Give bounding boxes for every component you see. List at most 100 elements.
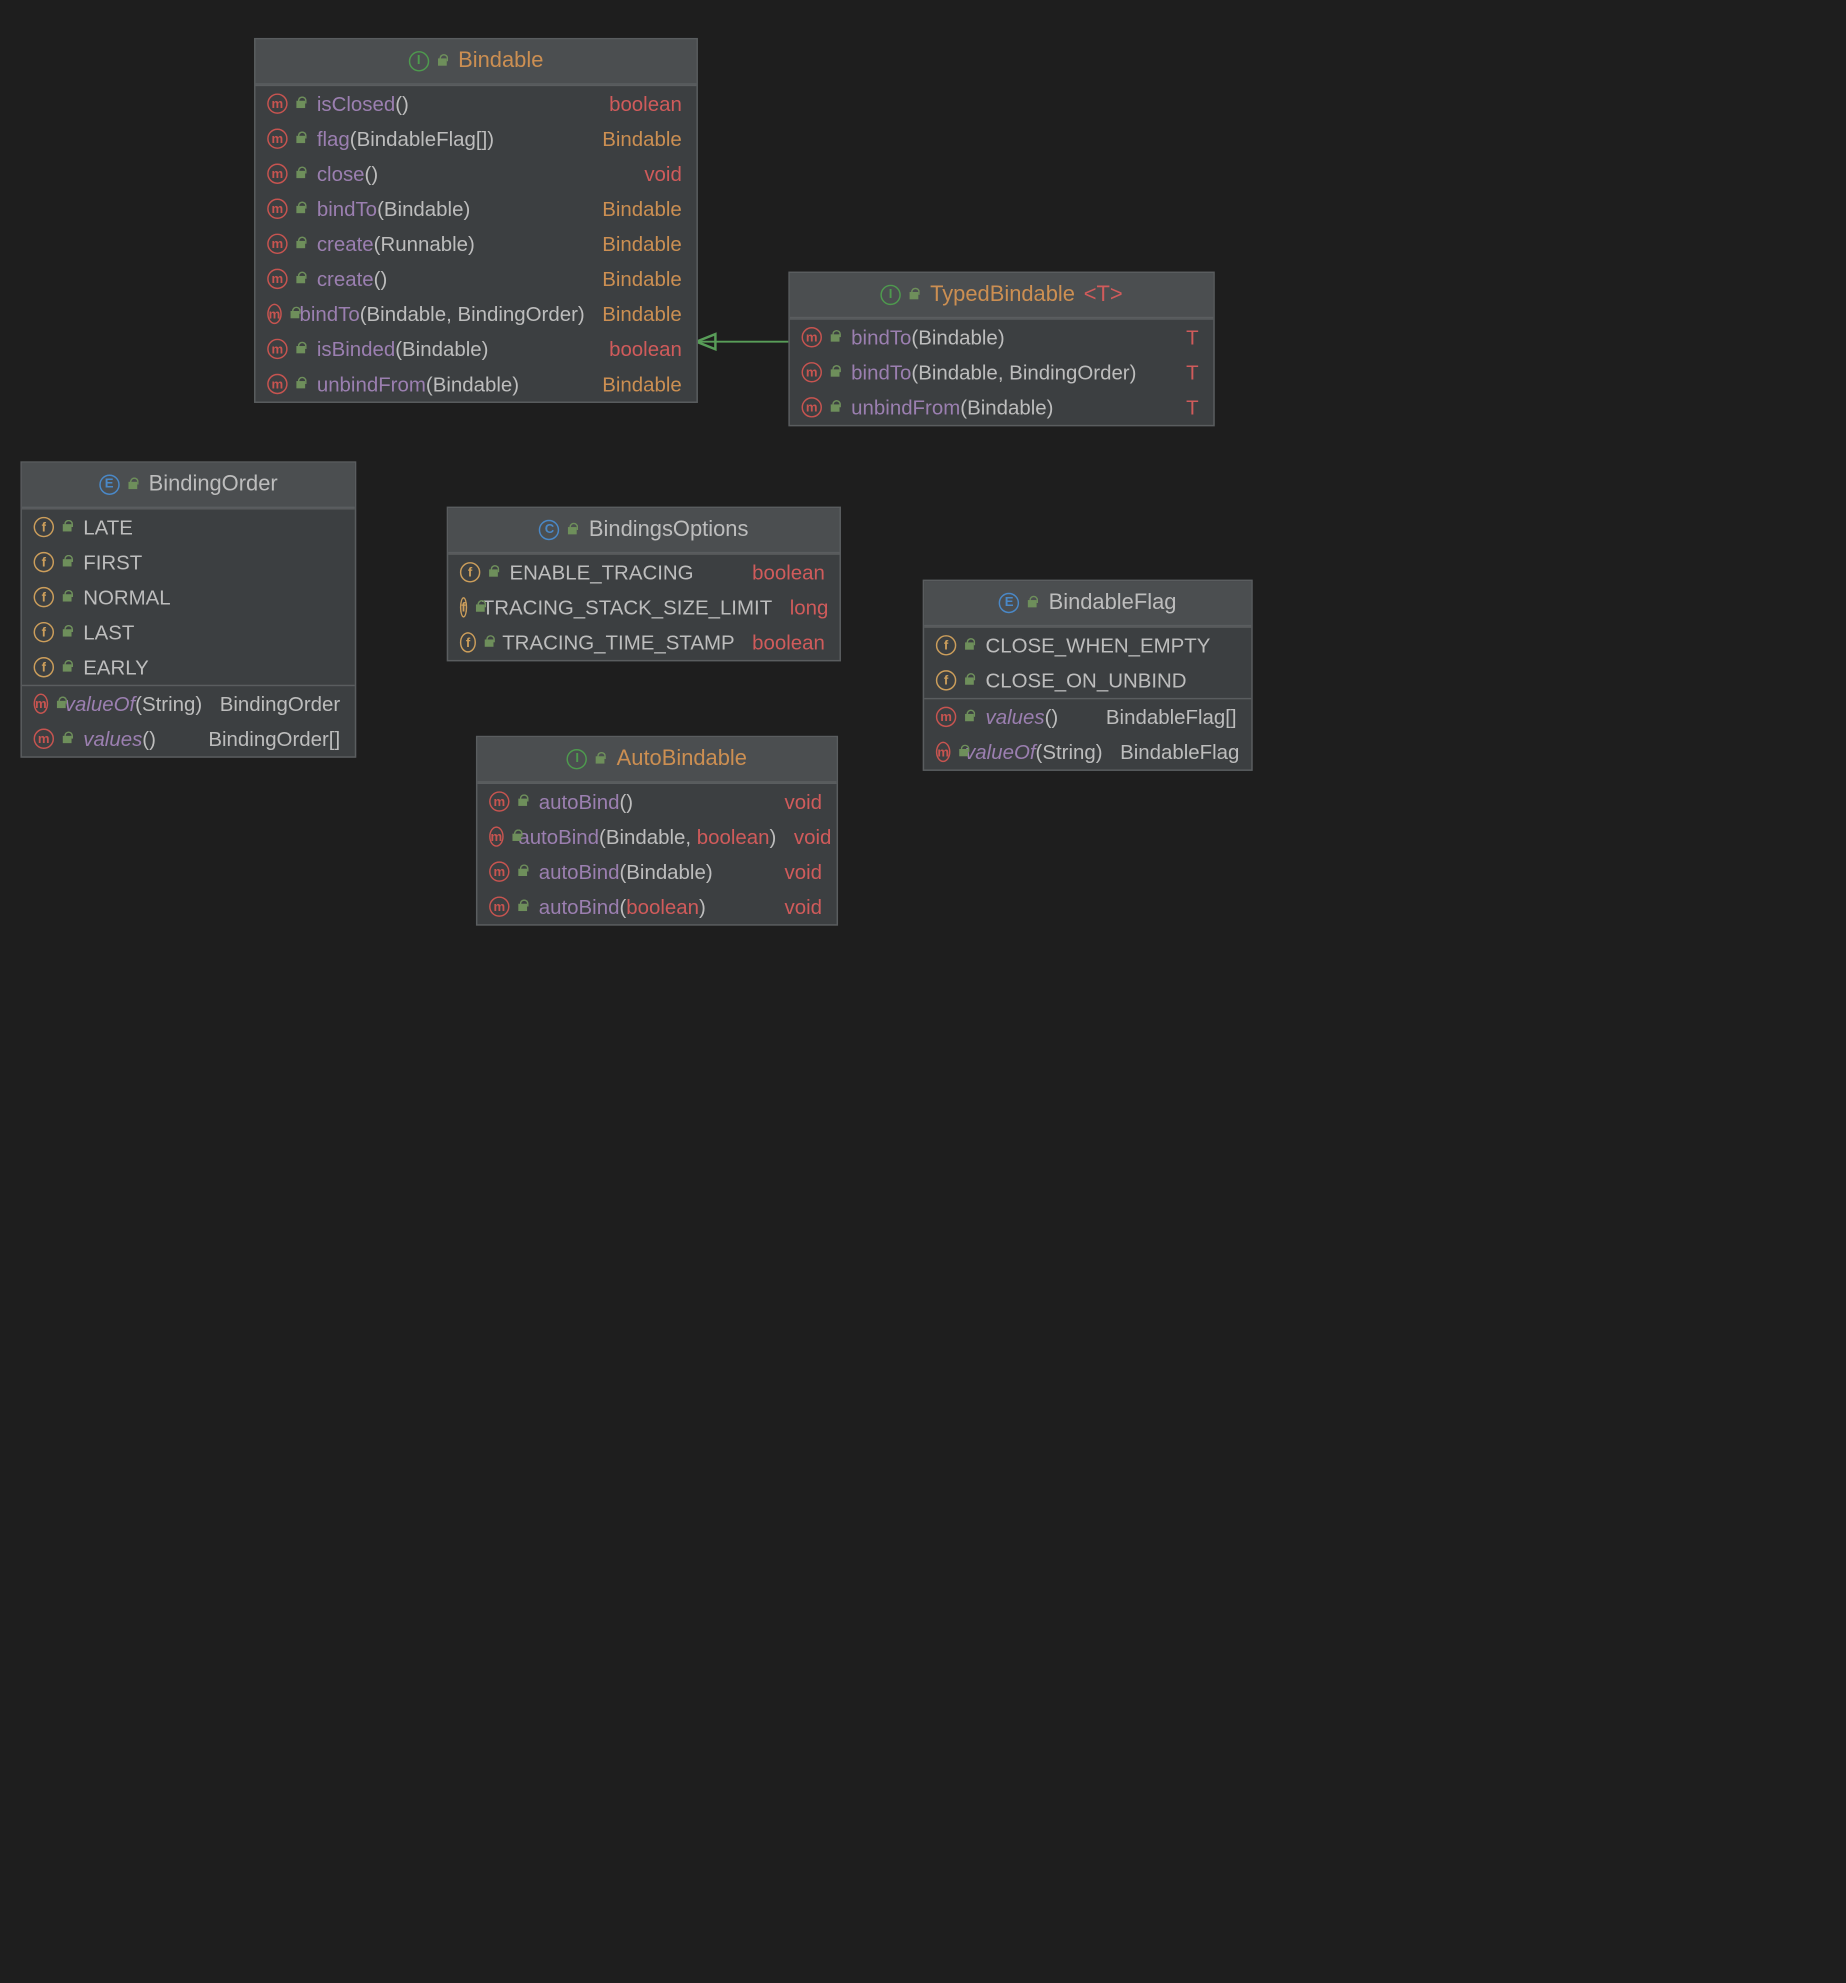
- method-icon: m: [802, 327, 822, 347]
- fields-section: fCLOSE_WHEN_EMPTYf CLOSE_ON_UNBIND: [924, 626, 1251, 698]
- interface-icon: I: [567, 748, 587, 768]
- methods-section: misClosed()booleanmflag(BindableFlag[])B…: [256, 85, 697, 402]
- method-icon: m: [267, 269, 287, 289]
- field-name: CLOSE_WHEN_EMPTY: [986, 634, 1211, 657]
- method-signature: bindTo(Bindable): [317, 197, 470, 220]
- enum-icon: E: [999, 592, 1019, 612]
- return-type: T: [1186, 361, 1199, 384]
- field-row[interactable]: f CLOSE_ON_UNBIND: [924, 663, 1251, 698]
- class-icon: C: [539, 519, 559, 539]
- class-title: E BindableFlag: [924, 581, 1251, 626]
- return-type: void: [794, 825, 832, 848]
- method-row[interactable]: mflag(BindableFlag[])Bindable: [256, 121, 697, 156]
- class-bindingsoptions[interactable]: C BindingsOptions fENABLE_TRACINGboolean…: [447, 507, 841, 662]
- lock-icon: [293, 166, 308, 181]
- method-row[interactable]: mvalues()BindingOrder[]: [22, 721, 355, 756]
- method-row[interactable]: mcreate()Bindable: [256, 261, 697, 296]
- method-row[interactable]: munbindFrom(Bindable)Bindable: [256, 366, 697, 401]
- method-row[interactable]: mbindTo(Bindable, BindingOrder)Bindable: [256, 296, 697, 331]
- method-row[interactable]: mbindTo(Bindable)Bindable: [256, 191, 697, 226]
- field-name: CLOSE_ON_UNBIND: [986, 669, 1187, 692]
- field-icon: f: [936, 670, 956, 690]
- method-row[interactable]: misBinded(Bindable)boolean: [256, 331, 697, 366]
- class-title: C BindingsOptions: [448, 508, 839, 553]
- method-icon: m: [802, 362, 822, 382]
- return-type: boolean: [609, 92, 682, 115]
- field-row[interactable]: fLAST: [22, 615, 355, 650]
- lock-icon: [828, 330, 843, 345]
- method-row[interactable]: mautoBind(Bindable)void: [477, 854, 836, 889]
- return-type: Bindable: [602, 232, 682, 255]
- method-signature: flag(BindableFlag[]): [317, 127, 494, 150]
- methods-section: mvalues()BindableFlag[]mvalueOf(String)B…: [924, 698, 1251, 770]
- class-typedbindable[interactable]: I TypedBindable<T> mbindTo(Bindable)Tmbi…: [788, 272, 1214, 427]
- method-icon: m: [34, 694, 49, 714]
- return-type: Bindable: [602, 267, 682, 290]
- fields-section: fLATEfFIRSTfNORMALfLASTfEARLY: [22, 508, 355, 685]
- field-icon: f: [34, 657, 54, 677]
- field-name: FIRST: [83, 550, 142, 573]
- method-row[interactable]: mcreate(Runnable)Bindable: [256, 226, 697, 261]
- lock-icon: [962, 710, 977, 725]
- method-row[interactable]: mbindTo(Bindable, BindingOrder)T: [790, 355, 1213, 390]
- method-icon: m: [267, 93, 287, 113]
- field-row[interactable]: f FIRST: [22, 545, 355, 580]
- field-row[interactable]: fNORMAL: [22, 580, 355, 615]
- field-icon: f: [34, 552, 54, 572]
- field-icon: f: [34, 622, 54, 642]
- field-row[interactable]: fTRACING_TIME_STAMPboolean: [448, 625, 839, 660]
- method-row[interactable]: mvalueOf(String)BindableFlag: [924, 734, 1251, 769]
- method-signature: autoBind(Bindable): [539, 860, 713, 883]
- lock-icon: [60, 660, 75, 675]
- methods-section: mvalueOf(String)BindingOrdermvalues()Bin…: [22, 685, 355, 757]
- method-row[interactable]: mautoBind(Bindable, boolean)void: [477, 819, 836, 854]
- field-row[interactable]: fEARLY: [22, 650, 355, 685]
- lock-icon: [293, 237, 308, 252]
- method-icon: m: [267, 128, 287, 148]
- lock-icon: [54, 696, 56, 711]
- field-name: NORMAL: [83, 585, 170, 608]
- lock-icon: [486, 565, 501, 580]
- method-signature: create(Runnable): [317, 232, 475, 255]
- field-icon: f: [460, 562, 480, 582]
- lock-icon: [828, 400, 843, 415]
- field-row[interactable]: fENABLE_TRACINGboolean: [448, 555, 839, 590]
- return-type: T: [1186, 326, 1199, 349]
- field-row[interactable]: fTRACING_STACK_SIZE_LIMITlong: [448, 590, 839, 625]
- method-row[interactable]: mautoBind()void: [477, 784, 836, 819]
- field-row[interactable]: fCLOSE_WHEN_EMPTY: [924, 628, 1251, 663]
- class-bindable[interactable]: I Bindable misClosed()booleanmflag(Binda…: [254, 38, 698, 403]
- class-name: Bindable: [458, 48, 543, 73]
- method-row[interactable]: m bindTo(Bindable) T: [790, 320, 1213, 355]
- method-row[interactable]: misClosed()boolean: [256, 86, 697, 121]
- method-signature: unbindFrom(Bindable): [317, 372, 519, 395]
- return-type: BindingOrder[]: [208, 727, 340, 750]
- class-bindingorder[interactable]: E BindingOrder fLATEfFIRSTfNORMALfLASTfE…: [20, 461, 356, 757]
- lock-icon: [293, 377, 308, 392]
- method-icon: m: [267, 164, 287, 184]
- method-icon: m: [267, 199, 287, 219]
- return-type: T: [1186, 396, 1199, 419]
- lock-icon: [515, 864, 530, 879]
- class-autobindable[interactable]: I AutoBindable mautoBind()voidmautoBind(…: [476, 736, 838, 926]
- method-row[interactable]: mvalueOf(String)BindingOrder: [22, 686, 355, 721]
- class-name: BindingOrder: [149, 472, 278, 497]
- class-bindableflag[interactable]: E BindableFlag fCLOSE_WHEN_EMPTYf CLOSE_O…: [923, 580, 1253, 771]
- method-row[interactable]: mvalues()BindableFlag[]: [924, 699, 1251, 734]
- method-icon: m: [489, 791, 509, 811]
- return-type: void: [784, 790, 822, 813]
- method-signature: values(): [83, 727, 156, 750]
- method-signature: bindTo(Bindable): [851, 326, 1004, 349]
- method-icon: m: [936, 742, 951, 762]
- lock-icon: [60, 625, 75, 640]
- method-row[interactable]: mclose()void: [256, 156, 697, 191]
- lock-icon: [293, 131, 308, 146]
- class-name: BindableFlag: [1049, 590, 1177, 615]
- method-signature: autoBind(Bindable, boolean): [518, 825, 776, 848]
- field-row[interactable]: fLATE: [22, 510, 355, 545]
- lock-icon: [60, 555, 75, 570]
- method-signature: valueOf(String): [65, 692, 202, 715]
- method-row[interactable]: munbindFrom(Bindable)T: [790, 390, 1213, 425]
- method-row[interactable]: mautoBind(boolean)void: [477, 889, 836, 924]
- field-name: LATE: [83, 515, 133, 538]
